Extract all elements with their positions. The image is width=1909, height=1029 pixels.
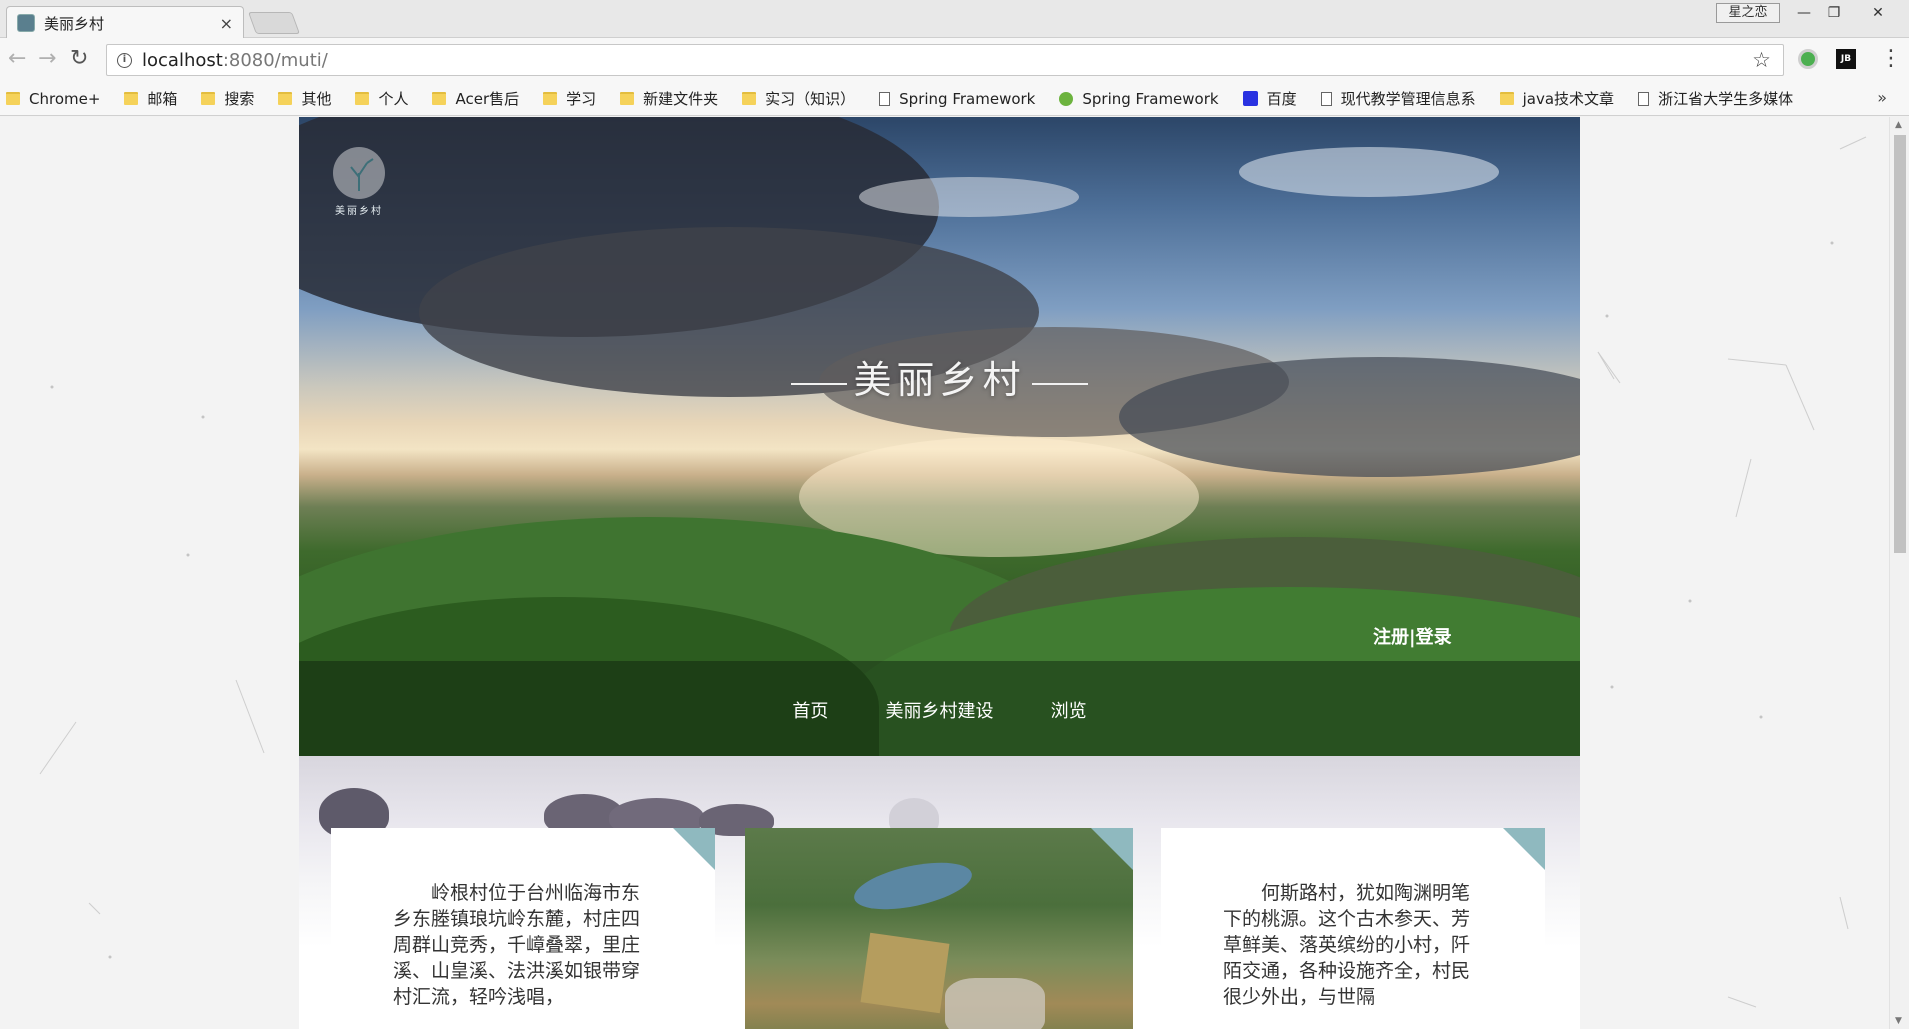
scroll-down-icon[interactable]: ▼ [1895,1016,1902,1026]
bookmark-item[interactable]: 新建文件夹 [620,88,718,109]
browser-toolbar: ← → ↻ i localhost:8080/muti/ ☆ JB ⋮ [0,38,1909,82]
auth-links: 注册|登录 [1373,623,1452,649]
bookmark-label: Acer售后 [455,90,520,108]
bookmark-item[interactable]: 邮箱 [124,88,177,109]
title-dash-right [1031,382,1088,385]
bookmark-label: 实习（知识） [765,90,856,108]
folder-icon [124,92,139,105]
browser-titlebar: 美丽乡村 × 星之恋 — ❐ ✕ [0,0,1909,39]
card-corner-icon [673,828,715,870]
url-path: :8080/muti/ [222,49,328,71]
address-bar[interactable]: i localhost:8080/muti/ ☆ [106,44,1784,76]
bookmark-item[interactable]: 现代教学管理信息系 [1320,88,1476,109]
hero-title: 美丽乡村 [853,358,1026,402]
intro-section: 岭根村位于台州临海市东乡东塍镇琅坑岭东麓，村庄四周群山竞秀，千嶂叠翠，里庄溪、山… [299,756,1580,1029]
site-logo[interactable]: 美丽乡村 [329,147,389,217]
page-icon [1320,91,1332,106]
extension-green-icon[interactable] [1798,49,1818,69]
village-aerial-photo[interactable] [745,828,1133,1029]
bookmark-item[interactable]: Acer售后 [432,88,519,109]
bookmark-item[interactable]: 学习 [543,88,596,109]
folder-icon [742,92,757,105]
profile-badge[interactable]: 星之恋 [1716,3,1780,23]
hero-title-wrap: 美丽乡村 [299,349,1580,404]
tab-title: 美丽乡村 [44,14,105,33]
village-card-left[interactable]: 岭根村位于台州临海市东乡东塍镇琅坑岭东麓，村庄四周群山竞秀，千嶂叠翠，里庄溪、山… [331,828,715,1029]
login-link[interactable]: 登录 [1416,627,1452,648]
bookmark-label: Spring Framework [899,89,1036,108]
logo-text: 美丽乡村 [335,206,383,217]
bookmark-label: 个人 [378,90,409,108]
nav-browse[interactable]: 浏览 [1051,697,1087,723]
main-nav: 首页 美丽乡村建设 浏览 [299,697,1580,723]
bookmark-item[interactable]: 实习（知识） [742,88,855,109]
folder-icon [1499,92,1514,105]
village-card-right-text: 何斯路村，犹如陶渊明笔下的桃源。这个古木参天、芳草鲜美、落英缤纷的小村，阡陌交通… [1223,882,1471,1008]
page-viewport: 美丽乡村 美丽乡村 注册|登录 首页 美丽乡村建设 浏览 岭根村位于台州临海市东… [0,117,1889,1029]
reload-icon[interactable]: ↻ [70,46,88,71]
folder-icon [6,92,20,105]
folder-icon [355,92,370,105]
browser-tab[interactable]: 美丽乡村 × [6,6,244,39]
bookmark-item[interactable]: 个人 [355,88,408,109]
bookmark-item[interactable]: java技术文章 [1499,88,1615,109]
village-card-right[interactable]: 何斯路村，犹如陶渊明笔下的桃源。这个古木参天、芳草鲜美、落英缤纷的小村，阡陌交通… [1161,828,1545,1029]
register-link[interactable]: 注册 [1373,627,1409,648]
folder-icon [432,92,447,105]
photo-corner-icon [1091,828,1133,870]
leaf-icon [1059,91,1074,106]
folder-icon [543,92,558,105]
bookmark-label: 其他 [301,90,332,108]
nav-home[interactable]: 首页 [792,697,828,723]
extension-jb-icon[interactable]: JB [1836,49,1856,69]
bookmarks-overflow-icon[interactable]: » [1877,88,1887,107]
auth-separator: | [1409,627,1416,648]
title-dash-left [791,382,848,385]
page-icon [1638,91,1650,106]
bookmark-label: java技术文章 [1522,90,1615,108]
bookmark-item[interactable]: Spring Framework [1059,89,1219,108]
site-favicon-icon [17,14,35,32]
bookmarks-bar: Chrome+ 邮箱 搜索 其他 个人 Acer售后 学习 新建文件夹 实习（知识） Spring… [0,82,1909,116]
bookmark-item[interactable]: Chrome+ [6,90,100,108]
bookmark-item[interactable]: Spring Framework [879,90,1035,108]
bookmark-item[interactable]: 其他 [278,88,331,109]
bookmark-item[interactable]: 百度 [1242,88,1297,109]
bookmark-label: Chrome+ [29,89,101,108]
bookmark-item[interactable]: 搜索 [201,88,254,109]
tab-close-icon[interactable]: × [220,14,233,33]
url-host: localhost [142,49,223,71]
folder-icon [201,92,216,105]
scroll-up-icon[interactable]: ▲ [1895,120,1902,130]
new-tab-button[interactable] [247,12,301,34]
bookmark-label: 学习 [566,90,597,108]
village-card-left-text: 岭根村位于台州临海市东乡东塍镇琅坑岭东麓，村庄四周群山竞秀，千嶂叠翠，里庄溪、山… [393,882,641,1008]
hero-banner: 美丽乡村 美丽乡村 注册|登录 首页 美丽乡村建设 浏览 [299,117,1580,756]
bookmark-label: 浙江省大学生多媒体 [1658,90,1794,108]
page-icon [879,91,891,106]
bookmark-star-icon[interactable]: ☆ [1752,48,1771,72]
bookmark-label: 搜索 [224,90,255,108]
nav-village-construction[interactable]: 美丽乡村建设 [886,697,994,723]
tree-logo-icon [333,147,385,199]
bookmark-label: 新建文件夹 [643,90,719,108]
site-info-icon[interactable]: i [117,52,132,68]
paw-icon [1242,91,1258,106]
folder-icon [278,92,293,105]
bookmark-item[interactable]: 浙江省大学生多媒体 [1638,88,1793,109]
close-window-icon[interactable]: ✕ [1860,2,1896,24]
folder-icon [620,92,635,105]
bookmark-label: 百度 [1266,90,1297,108]
scrollbar-thumb[interactable] [1894,135,1906,553]
restore-icon[interactable]: ❐ [1816,2,1852,24]
bookmark-label: 邮箱 [147,90,178,108]
page-scrollbar[interactable]: ▲ ▼ [1889,117,1909,1029]
chrome-menu-icon[interactable]: ⋮ [1880,46,1902,71]
bookmark-label: Spring Framework [1082,89,1219,108]
forward-arrow-icon[interactable]: → [38,46,56,71]
bookmark-label: 现代教学管理信息系 [1340,90,1476,108]
back-arrow-icon[interactable]: ← [8,46,26,71]
card-corner-icon [1503,828,1545,870]
